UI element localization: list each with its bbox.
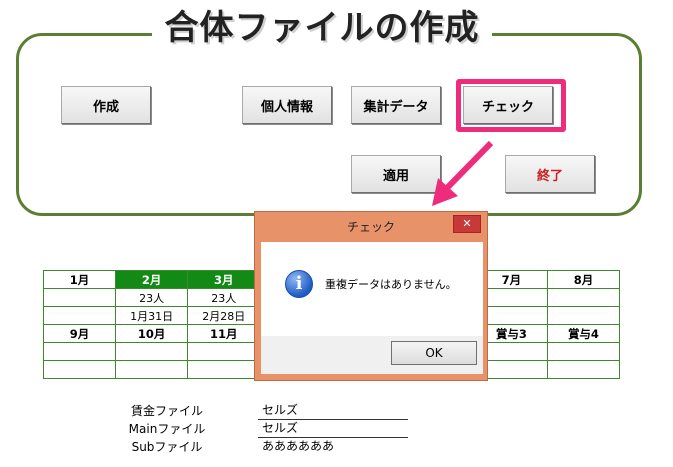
table-cell xyxy=(187,360,261,379)
table-cell xyxy=(42,342,117,361)
table-cell: 1月 xyxy=(42,270,117,289)
table-cell xyxy=(546,288,621,307)
table-cell: 11月 xyxy=(187,324,261,343)
dialog-footer: OK xyxy=(261,336,483,374)
table-cell: 23人 xyxy=(187,288,261,307)
check-dialog: チェック ✕ i 重複データはありません。 OK xyxy=(254,211,488,381)
ok-button[interactable]: OK xyxy=(391,341,477,365)
table-cell: 8月 xyxy=(546,270,621,289)
main-file-value: セルズ xyxy=(258,420,408,438)
table-cell xyxy=(546,342,621,361)
table-cell xyxy=(42,306,117,325)
table-cell: 賞与4 xyxy=(546,324,621,343)
sub-file-label: Subファイル xyxy=(131,440,203,454)
table-cell: 23人 xyxy=(115,288,189,307)
table-cell xyxy=(42,360,117,379)
info-icon: i xyxy=(285,270,313,298)
table-cell: 9月 xyxy=(42,324,117,343)
main-file-label: Mainファイル xyxy=(128,422,206,436)
table-cell xyxy=(42,288,117,307)
dialog-body: i 重複データはありません。 xyxy=(261,242,483,336)
table-cell xyxy=(546,360,621,379)
table-cell: 3月 xyxy=(187,270,261,289)
table-cell: 10月 xyxy=(115,324,189,343)
table-cell xyxy=(187,342,261,361)
wage-file-label: 賃金ファイル xyxy=(130,404,203,418)
table-cell xyxy=(546,306,621,325)
dialog-message: 重複データはありません。 xyxy=(325,278,457,291)
table-cell: 2月28日 xyxy=(187,306,261,325)
close-icon[interactable]: ✕ xyxy=(453,215,481,233)
table-cell xyxy=(115,342,189,361)
sub-file-value: ああああああ xyxy=(262,439,335,453)
wage-file-value: セルズ xyxy=(258,402,408,420)
table-cell: 1月31日 xyxy=(115,306,189,325)
table-cell xyxy=(115,360,189,379)
table-cell: 2月 xyxy=(115,270,189,289)
